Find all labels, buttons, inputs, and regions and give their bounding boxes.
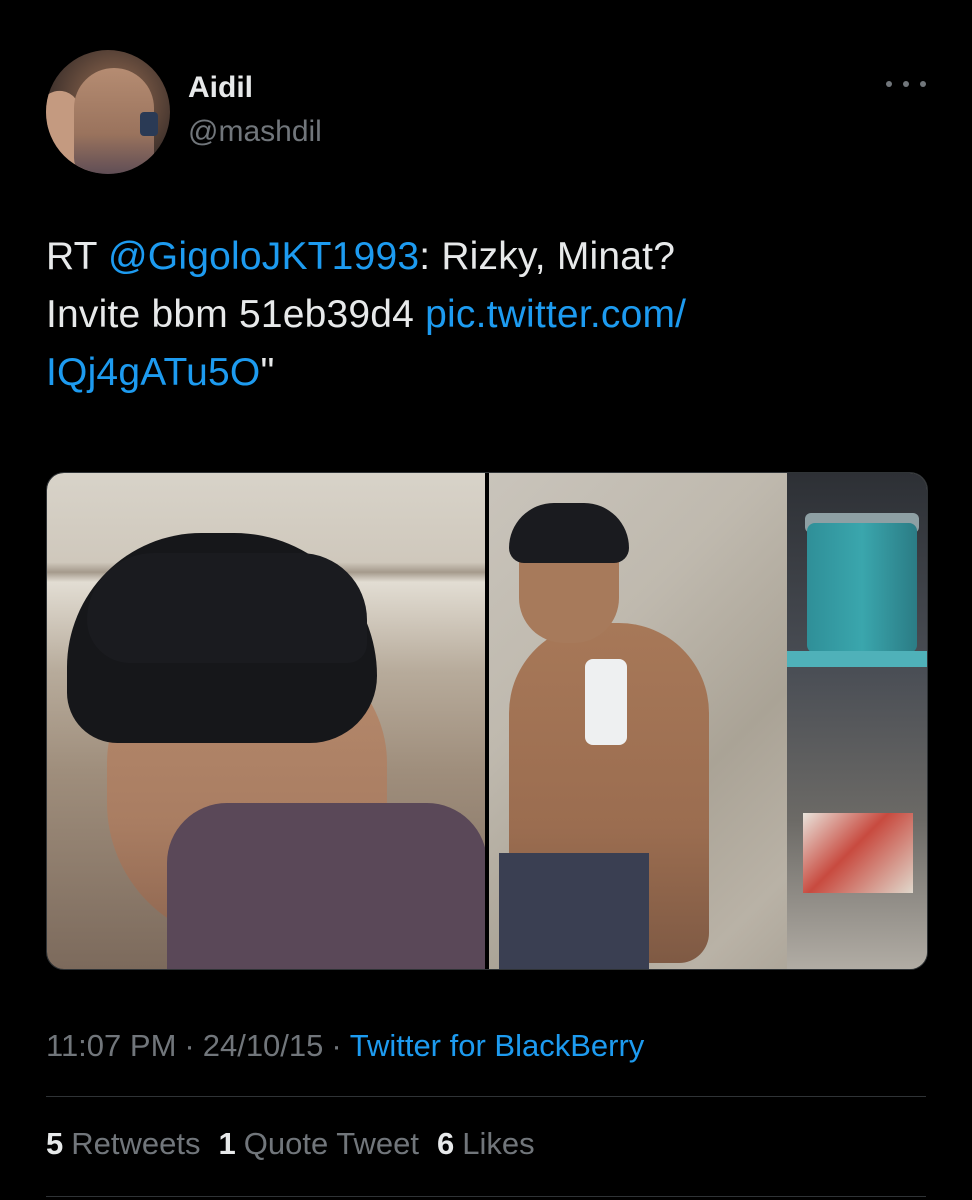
- tweet-source-link[interactable]: Twitter for BlackBerry: [350, 1028, 645, 1063]
- photo2-jeans-shape: [499, 853, 649, 969]
- tweet-text-suffix: ": [260, 351, 275, 394]
- pic-link-part1[interactable]: pic.twitter.com/: [425, 293, 686, 336]
- quotes-count: 1: [218, 1126, 236, 1161]
- pic-link-part2[interactable]: IQj4gATu5O: [46, 351, 260, 394]
- meta-separator: ·: [331, 1028, 342, 1063]
- photo2-phone-shape: [585, 659, 627, 745]
- photo2-jar-shape: [807, 523, 917, 653]
- mention-link[interactable]: @GigoloJKT1993: [108, 235, 419, 278]
- divider: [46, 1096, 926, 1097]
- media-photo-2[interactable]: [489, 473, 927, 969]
- avatar[interactable]: [46, 50, 170, 174]
- tweet-meta: 11:07 PM · 24/10/15 · Twitter for BlackBerry: [46, 1026, 644, 1066]
- media-grid: [46, 472, 928, 970]
- tweet-text-line1: : Rizky, Minat?: [419, 235, 676, 278]
- author-display-name[interactable]: Aidil: [188, 70, 253, 106]
- tweet-time[interactable]: 11:07 PM: [46, 1028, 176, 1063]
- retweets-count: 5: [46, 1126, 64, 1161]
- author-handle[interactable]: @mashdil: [188, 114, 322, 150]
- meta-separator: ·: [184, 1028, 195, 1063]
- photo2-hair-shape: [509, 503, 629, 563]
- tweet-text: RT @GigoloJKT1993: Rizky, Minat? Invite …: [46, 228, 926, 402]
- photo2-box-shape: [803, 813, 913, 893]
- more-options-icon[interactable]: [886, 74, 926, 94]
- photo1-shirt-shape: [167, 803, 485, 969]
- photo2-shelf-board-shape: [787, 651, 927, 667]
- likes-count: 6: [436, 1126, 455, 1161]
- tweet-stats: 5 Retweets 1 Quote Tweet 6 Likes: [46, 1124, 535, 1164]
- divider: [46, 1196, 926, 1197]
- tweet-date[interactable]: 24/10/15: [203, 1028, 324, 1063]
- retweets-label: Retweets: [71, 1126, 201, 1161]
- media-photo-1[interactable]: [47, 473, 485, 969]
- avatar-watch-shape: [140, 112, 158, 136]
- likes-label: Likes: [462, 1126, 535, 1161]
- more-dot: [920, 81, 926, 87]
- retweets-stat[interactable]: 5 Retweets: [46, 1124, 200, 1164]
- more-dot: [886, 81, 892, 87]
- more-dot: [903, 81, 909, 87]
- likes-stat[interactable]: 6 Likes: [437, 1124, 535, 1164]
- tweet-text-line2: Invite bbm 51eb39d4: [46, 293, 426, 336]
- tweet: Aidil @mashdil RT @GigoloJKT1993: Rizky,…: [0, 0, 972, 1200]
- quotes-stat[interactable]: 1 Quote Tweet: [218, 1124, 418, 1164]
- quotes-label: Quote Tweet: [243, 1126, 419, 1161]
- tweet-text-prefix: RT: [46, 235, 109, 278]
- photo1-fringe-shape: [87, 553, 367, 663]
